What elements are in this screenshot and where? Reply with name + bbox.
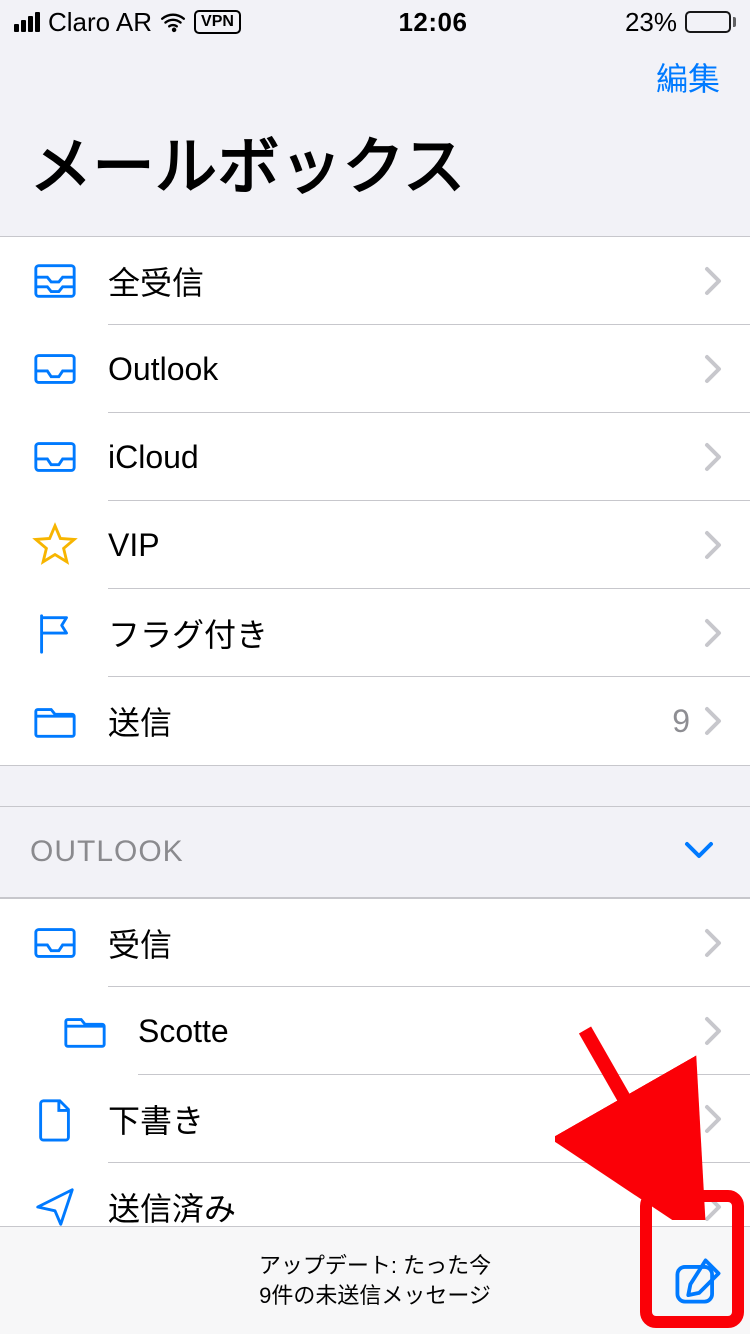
chevron-right-icon	[704, 266, 722, 296]
outlook-list: 受信 Scotte 下書き 送信済み	[0, 898, 750, 1252]
tray-icon	[30, 918, 80, 968]
carrier-label: Claro AR	[48, 7, 152, 38]
toolbar-status-line2: 9件の未送信メッセージ	[259, 1281, 491, 1311]
doc-icon	[30, 1094, 80, 1144]
chevron-right-icon	[704, 1104, 722, 1134]
mailbox-outlook[interactable]: Outlook	[0, 325, 750, 413]
mailboxes-list: 全受信 Outlook iCloud VIP フラグ付き 送信9	[0, 236, 750, 766]
folder-icon	[60, 1006, 110, 1056]
bottom-toolbar: アップデート: たった今 9件の未送信メッセージ	[0, 1226, 750, 1334]
send-icon	[30, 1182, 80, 1232]
row-label: フラグ付き	[108, 610, 704, 656]
section-spacer	[0, 766, 750, 806]
status-right: 23%	[625, 7, 736, 38]
chevron-right-icon	[704, 928, 722, 958]
row-label: 送信	[108, 698, 672, 744]
row-label: Scotte	[138, 1013, 704, 1050]
mailbox-outbox[interactable]: 送信9	[0, 677, 750, 765]
edit-button[interactable]: 編集	[656, 54, 720, 100]
toolbar-status-line1: アップデート: たった今	[259, 1251, 491, 1281]
chevron-right-icon	[704, 618, 722, 648]
row-label: VIP	[108, 527, 704, 564]
row-label: 送信済み	[108, 1184, 704, 1230]
mailbox-flagged[interactable]: フラグ付き	[0, 589, 750, 677]
row-label: 下書き	[108, 1096, 704, 1142]
section-header-outlook[interactable]: OUTLOOK	[0, 806, 750, 898]
wifi-icon	[160, 9, 186, 35]
folder-icon	[30, 696, 80, 746]
chevron-right-icon	[704, 1016, 722, 1046]
mailbox-icloud[interactable]: iCloud	[0, 413, 750, 501]
row-label: 全受信	[108, 258, 704, 304]
nav-bar: 編集 メールボックス	[0, 44, 750, 236]
battery-icon	[685, 11, 736, 33]
status-left: Claro AR VPN	[14, 7, 241, 38]
battery-percent: 23%	[625, 7, 677, 38]
chevron-right-icon	[704, 442, 722, 472]
vpn-badge: VPN	[194, 10, 241, 34]
row-count: 9	[672, 703, 690, 740]
outlook-item-scotte[interactable]: Scotte	[0, 987, 750, 1075]
tray-full-icon	[30, 256, 80, 306]
row-label: 受信	[108, 920, 704, 966]
cellular-signal-icon	[14, 12, 40, 32]
tray-icon	[30, 344, 80, 394]
section-title: OUTLOOK	[30, 835, 184, 869]
chevron-down-icon	[684, 840, 714, 865]
row-label: Outlook	[108, 351, 704, 388]
mailbox-vip[interactable]: VIP	[0, 501, 750, 589]
outlook-item-inbox[interactable]: 受信	[0, 899, 750, 987]
status-time: 12:06	[398, 7, 467, 38]
star-icon	[30, 520, 80, 570]
page-title: メールボックス	[30, 110, 720, 224]
chevron-right-icon	[704, 530, 722, 560]
chevron-right-icon	[704, 1192, 722, 1222]
chevron-right-icon	[704, 706, 722, 736]
status-bar: Claro AR VPN 12:06 23%	[0, 0, 750, 44]
toolbar-status: アップデート: たった今 9件の未送信メッセージ	[259, 1251, 491, 1311]
chevron-right-icon	[704, 354, 722, 384]
row-label: iCloud	[108, 439, 704, 476]
flag-icon	[30, 608, 80, 658]
mailbox-all-inboxes[interactable]: 全受信	[0, 237, 750, 325]
outlook-item-drafts[interactable]: 下書き	[0, 1075, 750, 1163]
compose-button[interactable]	[672, 1255, 724, 1307]
tray-icon	[30, 432, 80, 482]
